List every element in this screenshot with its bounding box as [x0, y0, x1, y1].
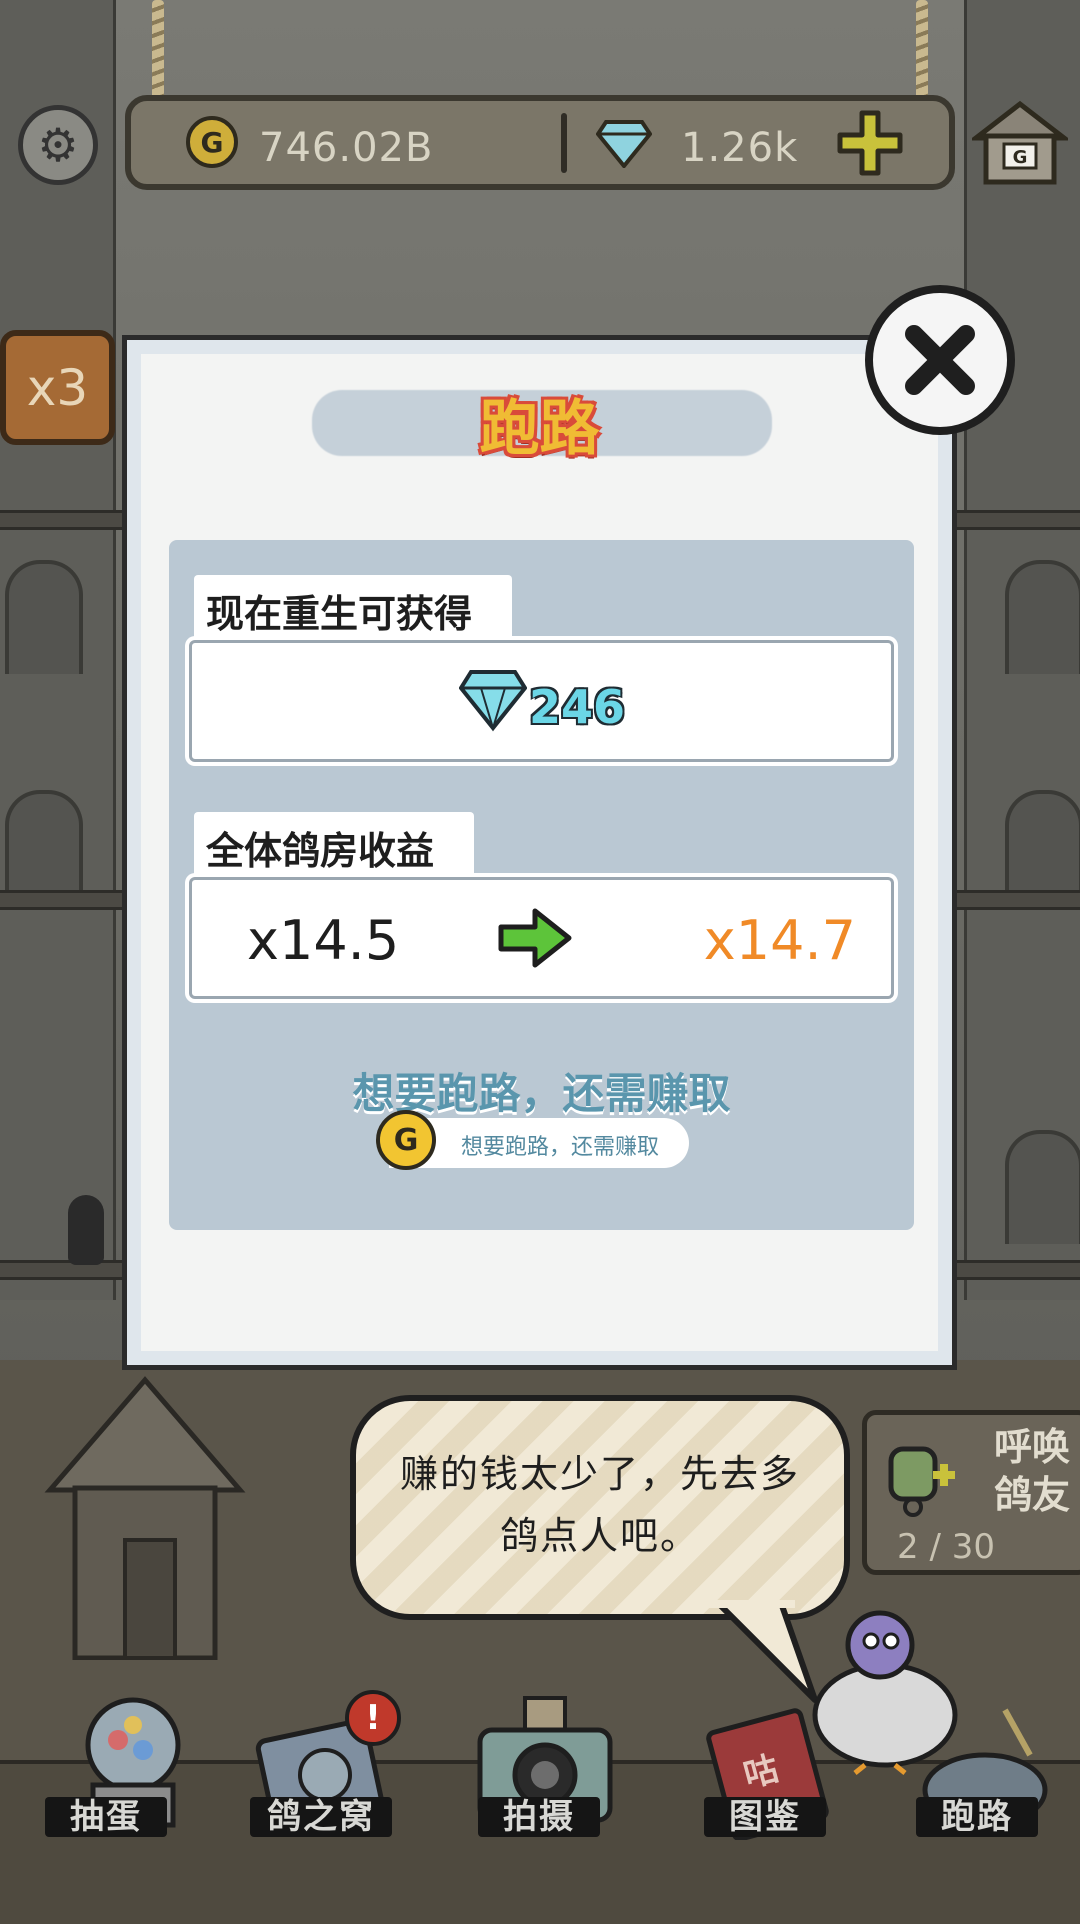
tower-shelf [955, 1260, 1080, 1280]
income-section-label: 全体鸽房收益 [194, 812, 475, 879]
bubble-text-line2: 鸽点人吧。 [499, 1514, 700, 1558]
current-multiplier: x14.5 [247, 909, 400, 972]
outhouse [44, 1376, 246, 1660]
bubble-text-line1: 赚的钱太少了，先去多 [399, 1452, 800, 1496]
dialog-title: 跑路 [479, 394, 600, 464]
settings-gear-icon[interactable]: ⚙ [18, 105, 98, 185]
diamond-icon [459, 670, 527, 732]
tower-shelf [955, 510, 1080, 530]
nav-label-gacha[interactable]: 抽蛋 [45, 1797, 167, 1837]
reward-box: 246 [189, 640, 894, 762]
tower-shelf [0, 1260, 130, 1280]
pigeon-npc [68, 1195, 104, 1265]
gem-amount: 1.26k [681, 125, 799, 171]
coin-icon: G [186, 116, 238, 168]
need-earn-text: 想要跑路，还需赚取 [352, 1069, 731, 1118]
next-multiplier: x14.7 [703, 909, 856, 972]
coin-amount: 746.02B [259, 125, 434, 171]
nav-label-camera[interactable]: 拍摄 [478, 1797, 600, 1837]
rope [152, 0, 164, 105]
notification-badge: ! [345, 1690, 401, 1746]
summon-label: 呼唤鸽友 [993, 1425, 1070, 1517]
nav-label-nest[interactable]: 鸽之窝 [250, 1797, 392, 1837]
runaway-dialog: 跑路 现在重生可获得 246 全体鸽房收益 x14.5 x14.7 想要跑路，还… [122, 335, 957, 1370]
tower-window [1005, 790, 1080, 904]
tower-window [5, 790, 83, 904]
diamond-icon [596, 120, 652, 168]
add-gems-button[interactable] [836, 109, 904, 177]
nav-label-runaway[interactable]: 跑路 [916, 1797, 1038, 1837]
pigeon-house-icon[interactable]: G [972, 100, 1068, 186]
speed-multiplier-badge[interactable]: x3 [0, 330, 115, 445]
coin-icon: G [376, 1110, 436, 1170]
reward-gems: 246 [529, 680, 626, 734]
summon-count: 2 / 30 [897, 1527, 995, 1567]
svg-text:G: G [1013, 147, 1028, 168]
tower-window [1005, 560, 1080, 674]
tower-shelf [0, 890, 130, 910]
tower-window [5, 560, 83, 674]
summon-friend-panel[interactable]: 呼唤鸽友 2 / 30 [862, 1410, 1080, 1575]
rebirth-info-panel: 现在重生可获得 246 全体鸽房收益 x14.5 x14.7 想要跑路，还需赚取… [169, 540, 914, 1230]
bar-divider [561, 113, 567, 173]
income-box: x14.5 x14.7 [189, 877, 894, 999]
close-icon [905, 325, 975, 395]
tower-shelf [955, 890, 1080, 910]
rope [916, 0, 928, 105]
reward-section-label: 现在重生可获得 [194, 575, 513, 642]
tower-shelf [0, 510, 130, 530]
whistle-icon [888, 1446, 955, 1517]
speech-bubble: 赚的钱太少了，先去多 鸽点人吧。 [350, 1395, 850, 1620]
arrow-right-icon [498, 908, 572, 968]
close-button[interactable] [865, 285, 1015, 435]
currency-bar: G 746.02B 1.26k [125, 95, 955, 190]
tower-window [1005, 1130, 1080, 1244]
nav-label-collection[interactable]: 图鉴 [704, 1797, 826, 1837]
